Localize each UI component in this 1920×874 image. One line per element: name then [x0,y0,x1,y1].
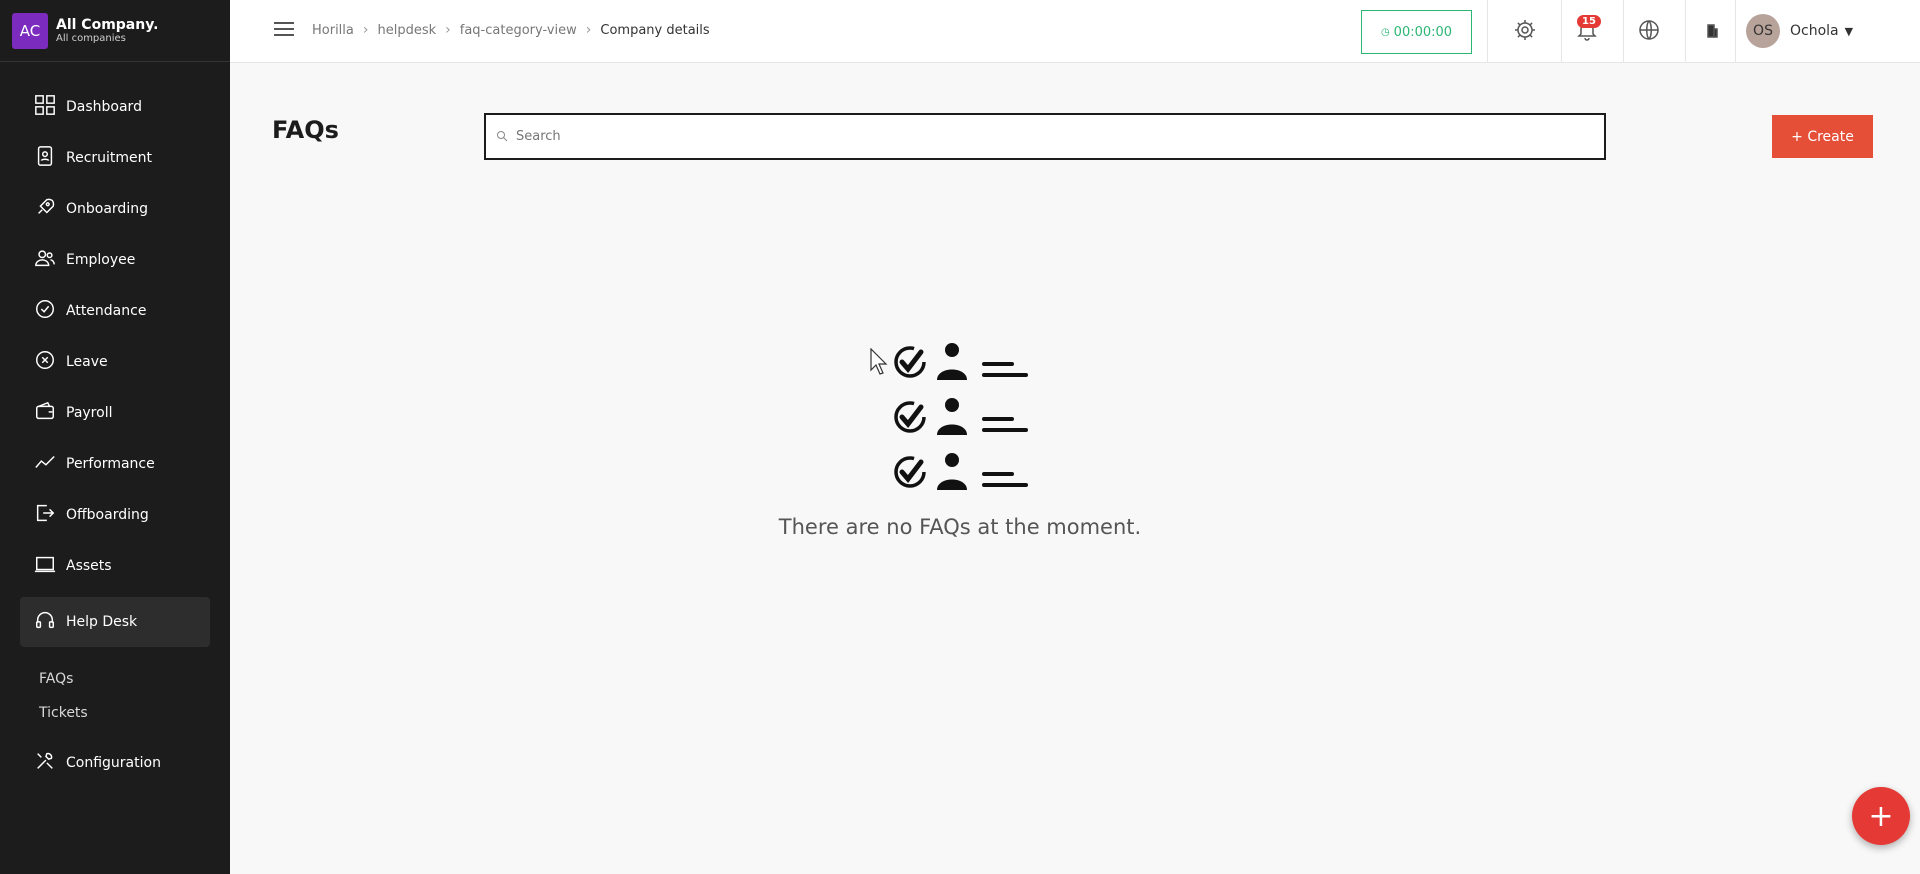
clock-in-button[interactable]: ◷ 00:00:00 [1361,10,1472,54]
sidebar-item-help-desk[interactable]: Help Desk [20,597,210,647]
headset-icon [34,609,56,635]
tools-icon [34,750,56,776]
wallet-icon [34,400,56,426]
chevron-right-icon: › [445,22,451,38]
subnav-item-faqs[interactable]: FAQs [39,668,88,702]
divider [1623,0,1624,62]
menu-toggle-icon[interactable] [274,22,294,38]
sidebar-item-recruitment[interactable]: Recruitment [20,138,210,178]
page-title: FAQs [272,116,339,144]
sidebar-item-label: Leave [66,354,108,370]
company-info: All Company. All companies [56,17,158,44]
divider [1685,0,1686,62]
divider [1735,0,1736,62]
divider [1487,0,1488,62]
help-desk-subnav: FAQs Tickets [39,668,88,736]
sidebar-item-offboarding[interactable]: Offboarding [20,495,210,535]
caret-down-icon: ▼ [1844,24,1854,38]
breadcrumb-current: Company details [600,22,710,38]
floating-add-button[interactable]: + [1852,787,1910,845]
check-circle-icon [34,298,56,324]
dashboard-icon [34,94,56,120]
building-icon[interactable] [1700,18,1726,44]
sidebar-item-dashboard[interactable]: Dashboard [20,87,210,127]
sidebar-item-assets[interactable]: Assets [20,546,210,586]
users-icon [34,247,56,273]
breadcrumb-item[interactable]: faq-category-view [460,23,577,38]
timer-value: 00:00:00 [1393,24,1453,40]
sidebar-item-label: Configuration [66,755,161,771]
divider [1561,0,1562,62]
rocket-icon [34,196,56,222]
sidebar-item-label: Employee [66,252,136,268]
sidebar-item-label: Offboarding [66,507,149,523]
user-name: Ochola [1790,23,1839,39]
sidebar-item-onboarding[interactable]: Onboarding [20,189,210,229]
sidebar-item-payroll[interactable]: Payroll [20,393,210,433]
sidebar-item-performance[interactable]: Performance [20,444,210,484]
sidebar-item-leave[interactable]: Leave [20,342,210,382]
sidebar-item-employee[interactable]: Employee [20,240,210,280]
x-circle-icon [34,349,56,375]
sidebar-configuration-wrap: Configuration [20,743,210,794]
company-subtitle: All companies [56,33,126,44]
sidebar-item-label: Dashboard [66,99,142,115]
laptop-icon [34,553,56,579]
recruitment-icon [34,145,56,171]
company-name: All Company. [56,17,159,33]
sidebar-item-label: Payroll [66,405,113,421]
search-box [484,113,1606,160]
sidebar-item-label: Recruitment [66,150,153,166]
sidebar-item-attendance[interactable]: Attendance [20,291,210,331]
empty-faqs-illustration [894,343,1028,490]
topbar: Horilla › helpdesk › faq-category-view ›… [230,0,1920,63]
notification-badge: 15 [1577,15,1601,28]
create-button[interactable]: + Create [1772,115,1873,158]
chevron-right-icon: › [362,22,369,38]
sidebar-item-label: Performance [66,456,155,472]
company-badge: AC [12,12,48,49]
breadcrumb-item[interactable]: helpdesk [378,23,437,38]
chevron-right-icon: › [585,22,592,38]
breadcrumb: Horilla › helpdesk › faq-category-view ›… [312,22,710,38]
exit-icon [34,502,56,528]
company-switcher[interactable]: AC All Company. All companies [0,0,230,62]
search-icon [496,127,508,146]
sidebar-item-label: Onboarding [66,201,148,217]
sidebar: AC All Company. All companies Dashboard … [0,0,230,874]
user-menu[interactable]: OS Ochola ▼ [1746,14,1853,48]
globe-icon[interactable] [1637,18,1663,44]
search-input[interactable] [514,128,1604,145]
sidebar-item-label: Attendance [66,303,147,319]
sidebar-item-configuration[interactable]: Configuration [20,743,210,783]
trend-icon [34,451,56,477]
clock-icon: ◷ [1380,26,1390,38]
breadcrumb-item[interactable]: Horilla [312,23,354,38]
sidebar-item-label: Assets [66,558,112,574]
gear-icon[interactable] [1513,18,1539,44]
empty-state-message: There are no FAQs at the moment. [778,515,1142,539]
avatar: OS [1746,14,1780,48]
mouse-pointer-icon [870,348,888,375]
sidebar-nav: Dashboard Recruitment Onboarding Employe… [20,87,210,658]
subnav-item-tickets[interactable]: Tickets [39,702,88,736]
sidebar-item-label: Help Desk [66,614,138,630]
